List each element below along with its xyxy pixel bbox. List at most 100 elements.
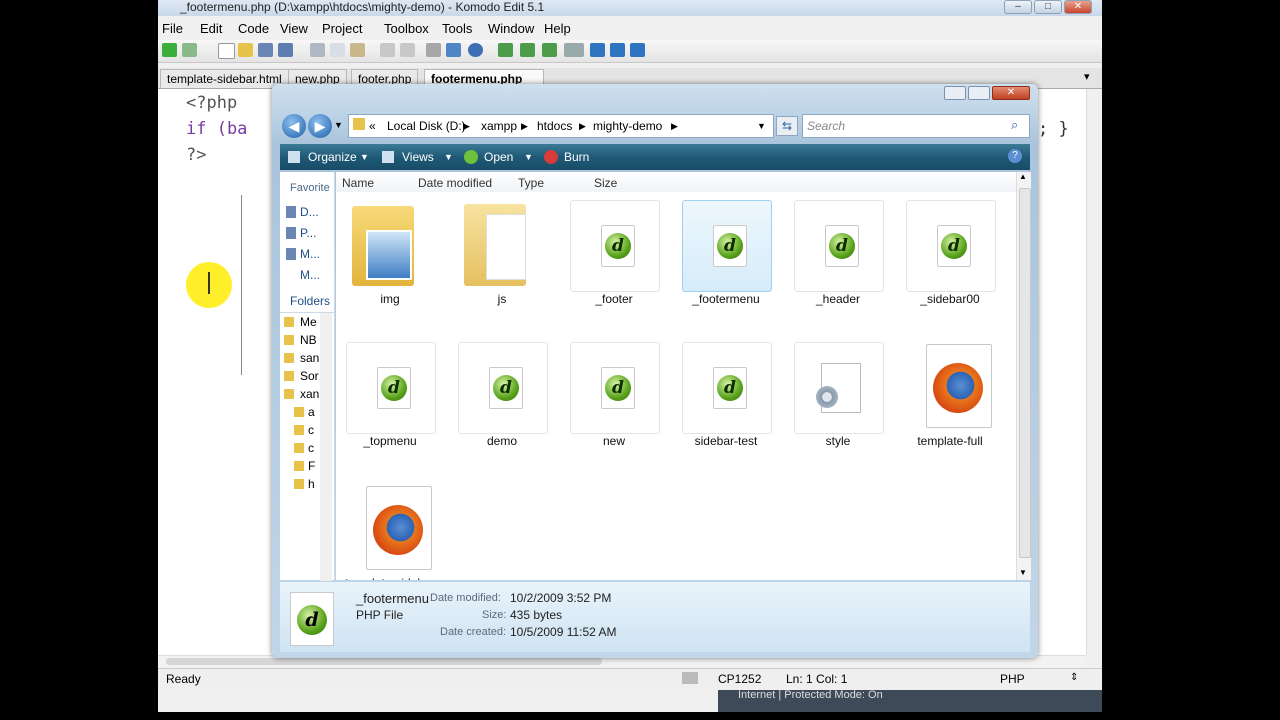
menu-file[interactable]: File xyxy=(162,21,183,36)
explorer-minimize-button[interactable] xyxy=(944,86,966,100)
breadcrumb-local-disk[interactable]: Local Disk (D:) xyxy=(387,119,466,133)
toolbox-icon[interactable] xyxy=(610,43,625,57)
scroll-up-icon[interactable]: ▲ xyxy=(1019,172,1027,181)
search-icon[interactable]: ⌕ xyxy=(1011,117,1018,133)
fav-link-1[interactable]: D... xyxy=(300,205,319,219)
tabs-menu-icon[interactable]: ▾ xyxy=(1084,70,1090,83)
redo-icon[interactable] xyxy=(400,43,415,57)
file-item[interactable]: img xyxy=(344,196,436,306)
scroll-down-icon[interactable]: ▼ xyxy=(1019,568,1027,577)
fav-link-4[interactable]: M... xyxy=(300,268,320,282)
breadcrumb-xampp[interactable]: xampp xyxy=(481,119,517,133)
undo-icon[interactable] xyxy=(380,43,395,57)
explorer-close-button[interactable]: ✕ xyxy=(992,86,1030,100)
refresh-icon[interactable]: ⇆ xyxy=(776,116,798,136)
scroll-thumb[interactable] xyxy=(1019,188,1031,558)
forward-button[interactable]: ▶ xyxy=(308,114,332,138)
file-item[interactable]: d new xyxy=(568,338,660,448)
save-icon[interactable] xyxy=(258,43,273,57)
tree-item[interactable]: a xyxy=(308,405,315,419)
close-button[interactable]: ✕ xyxy=(1064,0,1092,14)
address-bar[interactable]: « Local Disk (D:) ▶ xampp ▶ htdocs ▶ mig… xyxy=(348,114,774,138)
tree-item[interactable]: NB xyxy=(300,333,317,347)
fav-link-2[interactable]: P... xyxy=(300,226,316,240)
paste-icon[interactable] xyxy=(350,43,365,57)
hscroll-thumb[interactable] xyxy=(166,658,602,665)
project-icon[interactable] xyxy=(630,43,645,57)
menu-help[interactable]: Help xyxy=(544,21,571,36)
new-file-icon[interactable] xyxy=(218,43,235,59)
tab-template-sidebar[interactable]: template-sidebar.html xyxy=(160,69,289,88)
folders-heading[interactable]: Folders xyxy=(290,294,330,308)
status-language[interactable]: PHP xyxy=(1000,672,1025,686)
status-encoding[interactable]: CP1252 xyxy=(718,672,761,686)
menu-view[interactable]: View xyxy=(280,21,308,36)
tree-item[interactable]: F xyxy=(308,459,315,473)
tree-scrollbar[interactable] xyxy=(320,313,332,581)
file-item[interactable]: d _sidebar00 xyxy=(904,196,996,306)
breadcrumb-mighty-demo[interactable]: mighty-demo xyxy=(593,119,662,133)
step-over-icon[interactable] xyxy=(542,43,557,57)
tree-item[interactable]: xan xyxy=(300,387,319,401)
menu-project[interactable]: Project xyxy=(322,21,362,36)
save-all-icon[interactable] xyxy=(278,43,293,57)
language-dropdown-icon[interactable]: ⇕ xyxy=(1070,672,1078,683)
step-icon[interactable] xyxy=(520,43,535,57)
column-name[interactable]: Name xyxy=(342,176,374,190)
file-item-selected[interactable]: d _footermenu xyxy=(680,196,772,306)
views-button[interactable]: Views xyxy=(402,150,434,164)
column-date-modified[interactable]: Date modified xyxy=(418,176,492,190)
debug-go-icon[interactable] xyxy=(498,43,513,57)
cut-icon[interactable] xyxy=(310,43,325,57)
forward-arrow-icon[interactable] xyxy=(182,43,197,57)
breadcrumb-htdocs[interactable]: htdocs xyxy=(537,119,572,133)
views-dropdown-icon[interactable]: ▼ xyxy=(444,152,453,162)
menu-tools[interactable]: Tools xyxy=(442,21,472,36)
back-button[interactable]: ◀ xyxy=(282,114,306,138)
search-box[interactable]: Search ⌕ xyxy=(802,114,1030,138)
recent-pages-icon[interactable]: ▼ xyxy=(334,120,343,130)
view-icon[interactable] xyxy=(590,43,605,57)
column-size[interactable]: Size xyxy=(594,176,617,190)
file-item[interactable]: d _topmenu xyxy=(344,338,436,448)
file-item[interactable]: template-sidebar xyxy=(344,480,436,580)
maximize-button[interactable]: □ xyxy=(1034,0,1062,14)
breadcrumb-chevrons[interactable]: « xyxy=(369,119,376,133)
preview-icon[interactable] xyxy=(446,43,461,57)
column-type[interactable]: Type xyxy=(518,176,544,190)
file-item[interactable]: d _footer xyxy=(568,196,660,306)
menu-edit[interactable]: Edit xyxy=(200,21,222,36)
menu-window[interactable]: Window xyxy=(488,21,534,36)
minimize-button[interactable]: – xyxy=(1004,0,1032,14)
tree-item[interactable]: c xyxy=(308,423,314,437)
open-dropdown-icon[interactable]: ▼ xyxy=(524,152,533,162)
help-icon[interactable]: ? xyxy=(1008,149,1022,163)
copy-icon[interactable] xyxy=(330,43,345,57)
open-button[interactable]: Open xyxy=(484,150,513,164)
file-item[interactable]: d sidebar-test xyxy=(680,338,772,448)
file-item[interactable]: template-full xyxy=(904,338,996,448)
tree-item[interactable]: Sor xyxy=(300,369,319,383)
menu-code[interactable]: Code xyxy=(238,21,269,36)
organize-button[interactable]: Organize xyxy=(308,150,357,164)
back-arrow-icon[interactable] xyxy=(162,43,177,57)
file-item[interactable]: js xyxy=(456,196,548,306)
toolbar-dropdown-icon[interactable] xyxy=(564,43,584,57)
editor-vertical-scrollbar[interactable] xyxy=(1086,89,1102,655)
organize-dropdown-icon[interactable]: ▼ xyxy=(360,152,369,162)
fav-link-3[interactable]: M... xyxy=(300,247,320,261)
tree-item[interactable]: h xyxy=(308,477,315,491)
file-item[interactable]: d _header xyxy=(792,196,884,306)
address-dropdown-icon[interactable]: ▼ xyxy=(757,121,766,131)
file-list-scrollbar[interactable]: ▲ ▼ xyxy=(1016,172,1031,580)
tree-item[interactable]: c xyxy=(308,441,314,455)
browser-icon[interactable] xyxy=(468,43,483,57)
explorer-maximize-button[interactable] xyxy=(968,86,990,100)
print-icon[interactable] xyxy=(426,43,441,57)
tree-item[interactable]: san xyxy=(300,351,319,365)
menu-toolbox[interactable]: Toolbox xyxy=(384,21,429,36)
open-folder-icon[interactable] xyxy=(238,43,253,57)
burn-button[interactable]: Burn xyxy=(564,150,589,164)
file-item[interactable]: style xyxy=(792,338,884,448)
file-item[interactable]: d demo xyxy=(456,338,548,448)
